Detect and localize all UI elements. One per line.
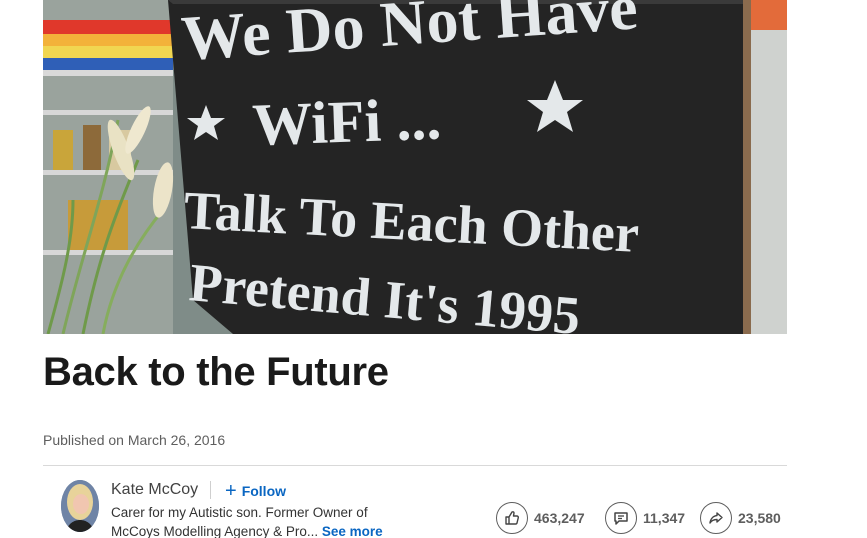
sign-line-2: WiFi ... xyxy=(251,85,442,158)
article-title: Back to the Future xyxy=(43,350,389,394)
published-date: Published on March 26, 2016 xyxy=(43,432,226,448)
divider xyxy=(43,465,787,466)
follow-label: Follow xyxy=(241,483,287,499)
comment-button[interactable]: 11,347 xyxy=(605,502,685,534)
follow-button[interactable]: + Follow xyxy=(225,481,286,501)
comment-icon xyxy=(605,502,637,534)
author-avatar[interactable] xyxy=(61,480,99,532)
thumbs-up-icon xyxy=(496,502,528,534)
separator xyxy=(210,481,211,499)
author-bio: Carer for my Autistic son. Former Owner … xyxy=(111,503,411,538)
plus-icon: + xyxy=(225,480,237,502)
author-name[interactable]: Kate McCoy xyxy=(111,481,198,499)
share-button[interactable]: 23,580 xyxy=(700,502,781,534)
article-page: We Do Not Have WiFi ... Talk To Each Oth… xyxy=(0,0,867,538)
article-hero-image: We Do Not Have WiFi ... Talk To Each Oth… xyxy=(43,0,787,334)
avatar-photo xyxy=(61,480,99,532)
see-more-link[interactable]: See more xyxy=(322,524,383,538)
share-count: 23,580 xyxy=(738,510,781,526)
like-button[interactable]: 463,247 xyxy=(496,502,585,534)
like-count: 463,247 xyxy=(534,510,585,526)
comment-count: 11,347 xyxy=(643,510,686,526)
chalkboard-sign-image: We Do Not Have WiFi ... Talk To Each Oth… xyxy=(43,0,787,334)
share-icon xyxy=(700,502,732,534)
